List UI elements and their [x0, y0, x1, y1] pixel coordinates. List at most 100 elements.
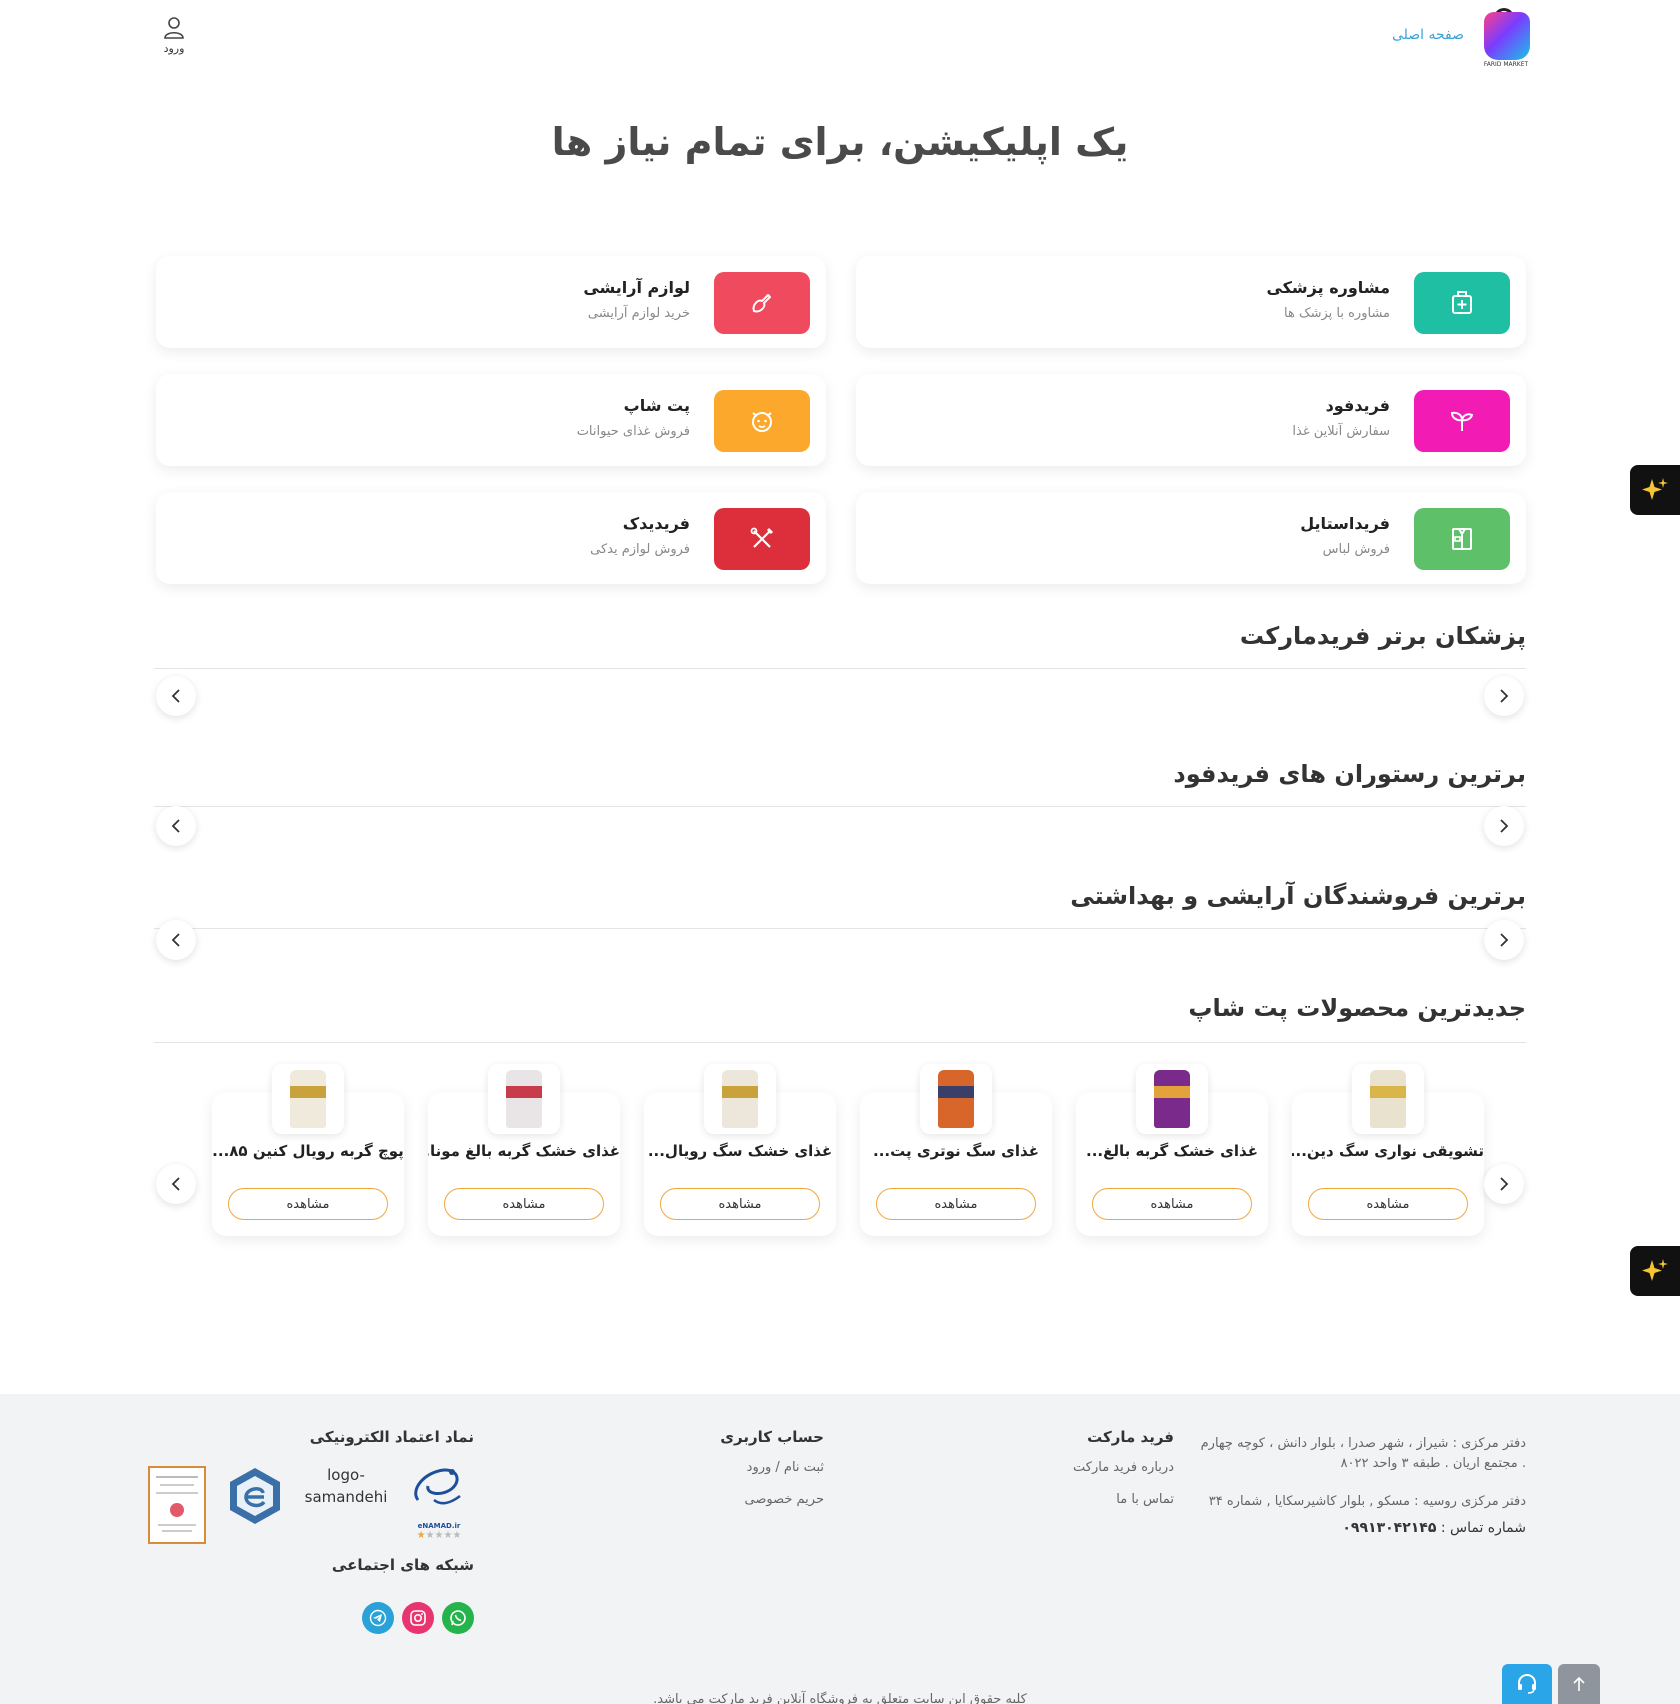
whatsapp-link[interactable]: [442, 1602, 474, 1634]
carousel-prev-button[interactable]: [156, 920, 196, 960]
telegram-icon: [369, 1609, 387, 1627]
enamad-badge[interactable]: eNAMAD.ir ★★★★★: [404, 1460, 474, 1541]
carousel-prev-button[interactable]: [156, 806, 196, 846]
service-icon-box: [714, 272, 810, 334]
union-badge[interactable]: [222, 1464, 288, 1544]
footer-link-about[interactable]: درباره فرید مارکت: [1073, 1460, 1174, 1475]
telegram-link[interactable]: [362, 1602, 394, 1634]
contact-phone: شماره تماس : ۰۹۹۱۳۰۴۲۱۴۵: [1342, 1520, 1526, 1536]
instagram-link[interactable]: [402, 1602, 434, 1634]
service-icon-box: [1414, 508, 1510, 570]
product-image: [1352, 1064, 1424, 1134]
service-title: فریداستایل: [1300, 514, 1390, 533]
product-name: غذای سگ نوتری پت...: [873, 1142, 1039, 1160]
service-subtitle: فروش لوازم یدکی: [590, 542, 690, 557]
farid-market-logo[interactable]: FARID MARKET: [1480, 8, 1532, 68]
service-title: فریدیدک: [622, 514, 690, 533]
footer-link-signup-login[interactable]: ثبت نام / ورود: [747, 1460, 824, 1475]
copyright-text: کلیه حقوق این سایت متعلق به فروشگاه آنلا…: [653, 1692, 1027, 1704]
service-icon-box: [1414, 390, 1510, 452]
service-card-faridfood[interactable]: فریدفود سفارش آنلاین غذا: [856, 374, 1526, 466]
tools-icon: [750, 527, 774, 548]
product-name: غذای خشک گربه بالغ مونا...: [428, 1142, 620, 1160]
footer-title-account: حساب کاربری: [720, 1428, 824, 1446]
section-title-top-doctors: پزشکان برتر فریدمارکت: [1239, 622, 1526, 650]
service-card-medical[interactable]: مشاوره پزشکی مشاوره با پزشک ها: [856, 256, 1526, 348]
pet-face-icon: [752, 412, 772, 432]
chevron-right-icon: [1500, 819, 1509, 833]
service-card-cosmetics[interactable]: لوازم آرایشی خرید لوازم آرایشی: [156, 256, 826, 348]
section-title-new-pet-products: جدیدترین محصولات پت شاپ: [1188, 994, 1526, 1022]
hero-title: یک اپلیکیشن، برای تمام نیاز ها: [551, 120, 1129, 164]
address-line: دفتر مرکزی : شیراز ، شهر صدرا ، بلوار دا…: [1200, 1436, 1526, 1451]
product-name: تشویقی نواری سگ دین...: [1292, 1142, 1484, 1160]
product-image: [488, 1064, 560, 1134]
whatsapp-icon: [450, 1610, 466, 1626]
product-card[interactable]: غذای خشک سگ رویال... مشاهده: [644, 1064, 836, 1236]
carousel-next-button[interactable]: [1484, 806, 1524, 846]
section-divider: [154, 668, 1526, 669]
section-divider: [154, 1042, 1526, 1043]
view-product-button[interactable]: مشاهده: [1092, 1188, 1252, 1220]
ai-assistant-button[interactable]: [1630, 1246, 1680, 1296]
login-label: ورود: [163, 42, 185, 55]
chevron-right-icon: [1500, 689, 1509, 703]
product-card[interactable]: تشویقی نواری سگ دین... مشاهده: [1292, 1064, 1484, 1236]
section-divider: [154, 806, 1526, 807]
view-product-button[interactable]: مشاهده: [660, 1188, 820, 1220]
section-title-top-restaurants: برترین رستوران های فریدفود: [1173, 760, 1526, 788]
product-name: پوچ گربه رویال کنین ۸۵...: [212, 1142, 404, 1160]
service-subtitle: فروش غذای حیوانات: [576, 424, 690, 439]
sparkle-icon: [1642, 1259, 1668, 1281]
login-button[interactable]: ورود: [162, 16, 186, 55]
footer-link-privacy[interactable]: حریم خصوصی: [744, 1492, 824, 1507]
view-product-button[interactable]: مشاهده: [444, 1188, 604, 1220]
shirt-icon: [1452, 528, 1472, 550]
service-title: مشاوره پزشکی: [1266, 278, 1390, 297]
section-title-top-cosmetics: برترین فروشندگان آرایشی و بهداشتی: [1070, 882, 1526, 910]
service-subtitle: فروش لباس: [1322, 542, 1390, 557]
service-subtitle: سفارش آنلاین غذا: [1292, 424, 1390, 439]
address-line: دفتر مرکزی روسیه : مسکو , بلوار کاشیرسکا…: [1208, 1494, 1526, 1509]
user-icon: [164, 17, 184, 39]
hexagon-e-logo-icon: [230, 1468, 280, 1524]
home-link[interactable]: صفحه اصلی: [1392, 27, 1464, 43]
phone-label: شماره تماس :: [1440, 1520, 1526, 1536]
service-title: فریدفود: [1325, 396, 1390, 415]
carousel-prev-button[interactable]: [156, 1164, 196, 1204]
view-product-button[interactable]: مشاهده: [1308, 1188, 1468, 1220]
arrow-up-icon: [1573, 1676, 1585, 1691]
product-image: [1136, 1064, 1208, 1134]
address-line: . مجتمع اریان . طبقه ۳ واحد ۸۰۲۲: [1340, 1456, 1526, 1471]
product-card[interactable]: غذای سگ نوتری پت... مشاهده: [860, 1064, 1052, 1236]
service-subtitle: خرید لوازم آرایشی: [587, 306, 690, 321]
certificate-badge[interactable]: [148, 1466, 206, 1544]
product-card[interactable]: غذای خشک گربه بالغ مونا... مشاهده: [428, 1064, 620, 1236]
product-card[interactable]: پوچ گربه رویال کنین ۸۵... مشاهده: [212, 1064, 404, 1236]
product-card[interactable]: غذای خشک گربه بالغ... مشاهده: [1076, 1064, 1268, 1236]
product-image: [704, 1064, 776, 1134]
brush-icon: [752, 294, 771, 313]
carousel-next-button[interactable]: [1484, 676, 1524, 716]
carousel-prev-button[interactable]: [156, 676, 196, 716]
certificate-icon: [156, 1476, 198, 1532]
footer-title-farid-market: فرید مارکت: [1087, 1428, 1174, 1446]
service-title: لوازم آرایشی: [583, 278, 690, 297]
service-card-faridyadak[interactable]: فریدیدک فروش لوازم یدکی: [156, 492, 826, 584]
site-header: FARID MARKET صفحه اصلی ورود: [0, 0, 1680, 80]
service-card-petshop[interactable]: پت شاپ فروش غذای حیوانات: [156, 374, 826, 466]
service-card-faridstyle[interactable]: فریداستایل فروش لباس: [856, 492, 1526, 584]
carousel-next-button[interactable]: [1484, 920, 1524, 960]
chevron-left-icon: [171, 819, 180, 833]
ai-assistant-button[interactable]: [1630, 465, 1680, 515]
phone-number[interactable]: ۰۹۹۱۳۰۴۲۱۴۵: [1342, 1520, 1436, 1536]
product-image: [272, 1064, 344, 1134]
view-product-button[interactable]: مشاهده: [228, 1188, 388, 1220]
view-product-button[interactable]: مشاهده: [876, 1188, 1036, 1220]
enamad-text: eNAMAD.ir: [417, 1522, 461, 1530]
carousel-next-button[interactable]: [1484, 1164, 1524, 1204]
samandehi-logo[interactable]: logo-samandehi: [304, 1464, 388, 1506]
sprout-icon: [1450, 411, 1474, 431]
chevron-left-icon: [171, 689, 180, 703]
footer-link-contact[interactable]: تماس با ما: [1116, 1492, 1174, 1507]
